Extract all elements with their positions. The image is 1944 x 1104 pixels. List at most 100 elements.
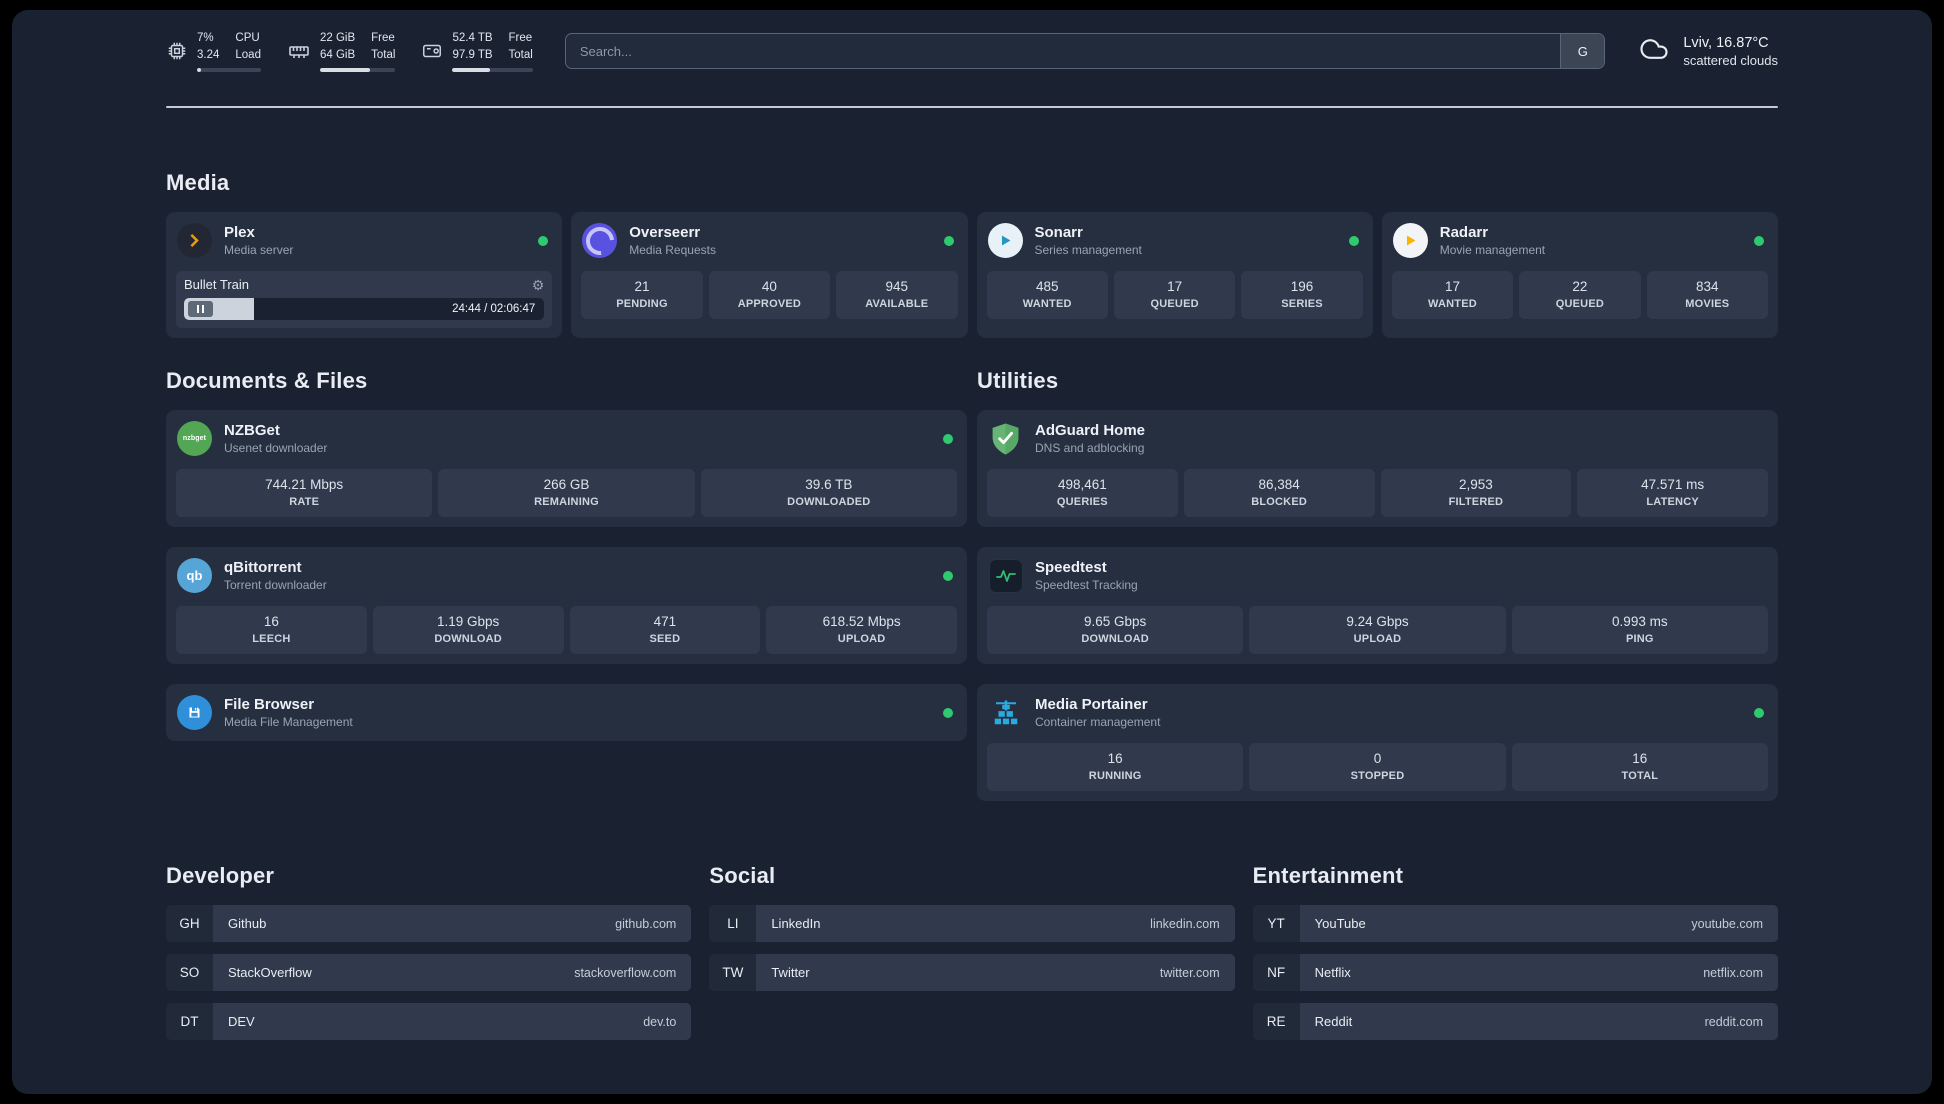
bookmark-dev[interactable]: DT DEV dev.to (166, 1003, 692, 1041)
app-name: AdGuard Home (1035, 422, 1146, 440)
app-subtitle: Media Requests (629, 243, 716, 258)
stat-label: STOPPED (1350, 770, 1405, 783)
app-subtitle: Series management (1034, 243, 1142, 258)
stat-label: UPLOAD (1353, 633, 1402, 646)
storage-progress-bar (452, 68, 533, 73)
online-status-dot (943, 570, 953, 581)
app-name: Overseerr (629, 224, 701, 242)
now-playing-widget: Bullet Train ⚙ 24:44 / 02:06:47 (176, 271, 553, 329)
memory-total-label: Total (371, 48, 396, 61)
app-subtitle: Movie management (1439, 243, 1546, 258)
hard-drive-icon (421, 40, 443, 62)
stat-value: 86,384 (1258, 477, 1300, 493)
utilities-section-title: Utilities (977, 368, 1059, 394)
search-engine-button[interactable]: G (1560, 34, 1605, 69)
filebrowser-card[interactable]: File Browser Media File Management (166, 684, 967, 742)
adguard-card[interactable]: AdGuard Home DNS and adblocking 498,461 … (977, 410, 1778, 528)
sonarr-card[interactable]: Sonarr Series management 485 WANTED 17 Q… (976, 212, 1373, 339)
online-status-dot (1754, 235, 1764, 246)
dev-icon: DT (166, 1003, 213, 1041)
bookmark-name: Github (228, 916, 267, 932)
settings-gear-icon[interactable]: ⚙ (532, 278, 545, 292)
bookmark-linkedin[interactable]: LI LinkedIn linkedin.com (709, 905, 1235, 943)
playback-time: 24:44 / 02:06:47 (452, 303, 536, 316)
stat-tile: 39.6 TB DOWNLOADED (700, 469, 957, 518)
stat-label: DOWNLOAD (1081, 633, 1149, 646)
bookmark-reddit[interactable]: RE Reddit reddit.com (1252, 1003, 1778, 1041)
seek-bar[interactable]: 24:44 / 02:06:47 (184, 298, 545, 321)
stat-value: 744.21 Mbps (265, 477, 344, 493)
bookmark-github[interactable]: GH Github github.com (166, 905, 692, 943)
search-input[interactable] (565, 34, 1561, 69)
stat-tile: 9.65 Gbps DOWNLOAD (987, 606, 1244, 655)
bookmark-name: DEV (228, 1014, 255, 1030)
bookmark-url: linkedin.com (1150, 916, 1220, 931)
memory-total-value: 64 GiB (319, 48, 356, 61)
stat-tile: 1.19 Gbps DOWNLOAD (372, 606, 564, 655)
documents-column: Documents & Files nzbget NZBGet Usenet d… (166, 368, 967, 801)
speedtest-card[interactable]: Speedtest Speedtest Tracking 9.65 Gbps D… (977, 547, 1778, 665)
stat-tile: 21 PENDING (581, 271, 703, 320)
documents-section-title: Documents & Files (166, 368, 368, 394)
qbittorrent-card[interactable]: qb qBittorrent Torrent downloader 16 LEE… (166, 547, 967, 665)
radarr-card[interactable]: Radarr Movie management 17 WANTED 22 QUE… (1381, 212, 1778, 339)
weather-location: Lviv, 16.87°C (1683, 34, 1769, 51)
app-subtitle: Container management (1035, 715, 1161, 730)
app-name: Plex (224, 224, 255, 242)
portainer-card[interactable]: Media Portainer Container management 16 … (977, 684, 1778, 802)
stat-tile: 196 SERIES (1241, 271, 1363, 320)
stat-label: REMAINING (534, 496, 599, 509)
radarr-icon (1392, 222, 1429, 259)
stackoverflow-icon: SO (166, 954, 213, 992)
speedtest-icon (987, 557, 1024, 594)
stat-tile: 17 WANTED (1391, 271, 1514, 320)
cpu-load-label: Load (235, 48, 261, 61)
bookmark-name: YouTube (1314, 916, 1366, 932)
stat-value: 618.52 Mbps (822, 614, 901, 630)
stat-label: LATENCY (1646, 496, 1699, 509)
stat-label: LEECH (252, 633, 291, 646)
stat-tile: 16 RUNNING (987, 743, 1244, 792)
cpu-label: CPU (235, 32, 260, 44)
online-status-dot (943, 235, 954, 246)
bookmark-netflix[interactable]: NF Netflix netflix.com (1252, 954, 1778, 992)
overseerr-icon (581, 222, 618, 259)
twitter-icon: TW (709, 954, 757, 992)
stat-label: UPLOAD (837, 633, 886, 646)
media-section: Media Plex Media server Bullet Train ⚙ 2… (166, 170, 1778, 339)
stat-tile: 47.571 ms LATENCY (1577, 469, 1768, 518)
stat-value: 16 (1632, 751, 1648, 767)
stat-value: 945 (885, 279, 909, 295)
bookmark-stackoverflow[interactable]: SO StackOverflow stackoverflow.com (166, 954, 692, 992)
stat-value: 22 (1572, 279, 1588, 295)
qbittorrent-icon: qb (176, 557, 213, 594)
plex-card[interactable]: Plex Media server Bullet Train ⚙ 24:44 /… (166, 212, 563, 339)
stat-value: 9.65 Gbps (1084, 614, 1147, 630)
storage-progress-fill (452, 68, 491, 73)
stat-tile: 22 QUEUED (1519, 271, 1641, 320)
bookmark-youtube[interactable]: YT YouTube youtube.com (1252, 905, 1778, 943)
stat-value: 498,461 (1057, 477, 1107, 493)
pause-button[interactable] (188, 301, 213, 318)
sonarr-icon (987, 222, 1024, 259)
stat-label: SEED (649, 633, 681, 646)
stat-label: QUEUED (1555, 298, 1605, 311)
stat-tile: 16 LEECH (176, 606, 367, 655)
app-subtitle: Torrent downloader (224, 578, 327, 593)
stat-value: 0 (1373, 751, 1382, 767)
stat-label: DOWNLOAD (434, 633, 502, 646)
app-name: Speedtest (1035, 559, 1107, 577)
nzbget-card[interactable]: nzbget NZBGet Usenet downloader 744.21 M… (166, 410, 967, 528)
stat-label: DOWNLOADED (787, 496, 871, 509)
bookmark-twitter[interactable]: TW Twitter twitter.com (709, 954, 1235, 992)
app-subtitle: Speedtest Tracking (1035, 578, 1138, 593)
stat-value: 266 GB (543, 477, 590, 493)
cpu-progress-fill (197, 68, 202, 73)
overseerr-card[interactable]: Overseerr Media Requests 21 PENDING 40 A… (571, 212, 968, 339)
github-icon: GH (166, 905, 213, 943)
cpu-usage-widget: 7% 3.24 CPU Load (166, 30, 261, 73)
stat-tile: 0.993 ms PING (1511, 606, 1768, 655)
stat-label: TOTAL (1621, 770, 1659, 783)
bookmark-url: dev.to (643, 1014, 677, 1029)
stat-tile: 17 QUEUED (1113, 271, 1236, 320)
